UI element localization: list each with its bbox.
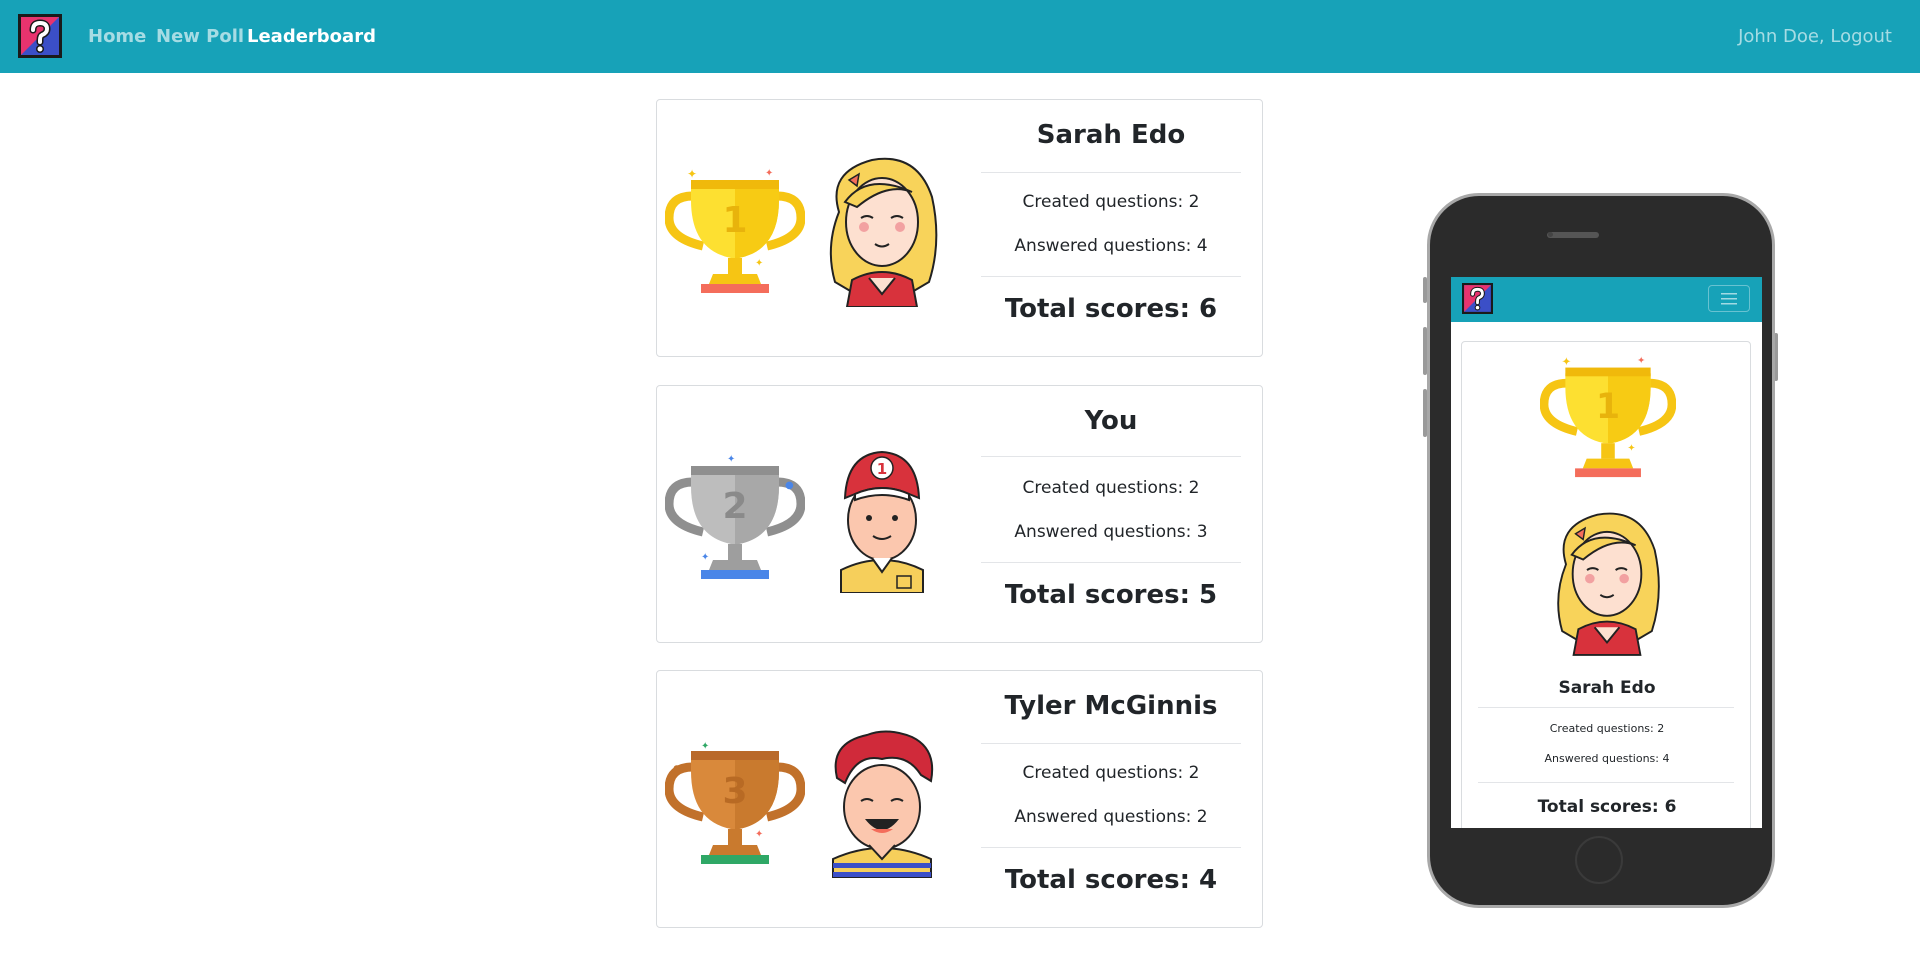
phone-screen: Sarah Edo Created questions: 2 Answered … xyxy=(1451,277,1762,828)
divider xyxy=(981,456,1241,457)
user-stats: Tyler McGinnis Created questions: 2 Answ… xyxy=(981,671,1241,929)
phone-speaker xyxy=(1547,232,1599,238)
bronze-trophy-icon xyxy=(665,737,805,867)
answered-questions: Answered questions: 3 xyxy=(1014,522,1208,542)
leaderboard-card-2: You Created questions: 2 Answered questi… xyxy=(656,385,1263,643)
user-logout-link[interactable]: John Doe, Logout xyxy=(1738,0,1892,73)
total-score: Total scores: 6 xyxy=(1537,797,1677,817)
phone-home-button xyxy=(1575,836,1623,884)
user-name: Sarah Edo xyxy=(1558,678,1656,698)
divider xyxy=(981,847,1241,848)
divider xyxy=(981,276,1241,277)
question-mark-logo-icon[interactable] xyxy=(1462,283,1493,314)
created-questions: Created questions: 2 xyxy=(1022,192,1200,212)
created-questions: Created questions: 2 xyxy=(1022,478,1200,498)
nav-new-poll-link[interactable]: New Poll xyxy=(156,0,244,73)
leaderboard-card-3: Tyler McGinnis Created questions: 2 Answ… xyxy=(656,670,1263,928)
gold-trophy-icon xyxy=(665,166,805,296)
boy-redhair-avatar-icon xyxy=(817,723,947,878)
mobile-navbar xyxy=(1451,277,1762,322)
gold-trophy-icon xyxy=(1540,354,1676,480)
user-name: Sarah Edo xyxy=(1036,120,1186,150)
question-mark-logo-icon[interactable] xyxy=(18,14,62,58)
answered-questions: Answered questions: 4 xyxy=(1014,236,1208,256)
total-score: Total scores: 5 xyxy=(1004,580,1218,610)
created-questions: Created questions: 2 xyxy=(1022,763,1200,783)
nav-leaderboard-link[interactable]: Leaderboard xyxy=(247,0,376,73)
divider xyxy=(1478,707,1734,708)
hamburger-menu-button[interactable] xyxy=(1708,285,1750,312)
boy-cap-avatar-icon xyxy=(817,438,947,593)
phone-mockup: Sarah Edo Created questions: 2 Answered … xyxy=(1423,193,1778,909)
hamburger-icon xyxy=(1721,293,1737,305)
phone-body: Sarah Edo Created questions: 2 Answered … xyxy=(1427,193,1775,908)
user-name: You xyxy=(1084,406,1138,436)
divider xyxy=(1478,782,1734,783)
leaderboard-card-1: Sarah Edo Created questions: 2 Answered … xyxy=(656,99,1263,357)
girl-avatar-icon xyxy=(1545,506,1669,656)
phone-camera xyxy=(1548,232,1553,237)
total-score: Total scores: 4 xyxy=(1004,865,1218,895)
divider xyxy=(981,172,1241,173)
user-name: Tyler McGinnis xyxy=(1004,691,1218,721)
answered-questions: Answered questions: 2 xyxy=(1014,807,1208,827)
girl-avatar-icon xyxy=(817,152,947,307)
user-stats: You Created questions: 2 Answered questi… xyxy=(981,386,1241,644)
silver-trophy-icon xyxy=(665,452,805,582)
created-questions: Created questions: 2 xyxy=(1549,722,1665,735)
user-stats: Sarah Edo Created questions: 2 Answered … xyxy=(981,100,1241,358)
total-score: Total scores: 6 xyxy=(1004,294,1218,324)
mobile-leaderboard-card: Sarah Edo Created questions: 2 Answered … xyxy=(1461,341,1751,828)
top-navbar: Home New Poll Leaderboard John Doe, Logo… xyxy=(0,0,1920,73)
divider xyxy=(981,562,1241,563)
nav-home-link[interactable]: Home xyxy=(88,0,146,73)
answered-questions: Answered questions: 4 xyxy=(1544,752,1670,765)
divider xyxy=(981,743,1241,744)
